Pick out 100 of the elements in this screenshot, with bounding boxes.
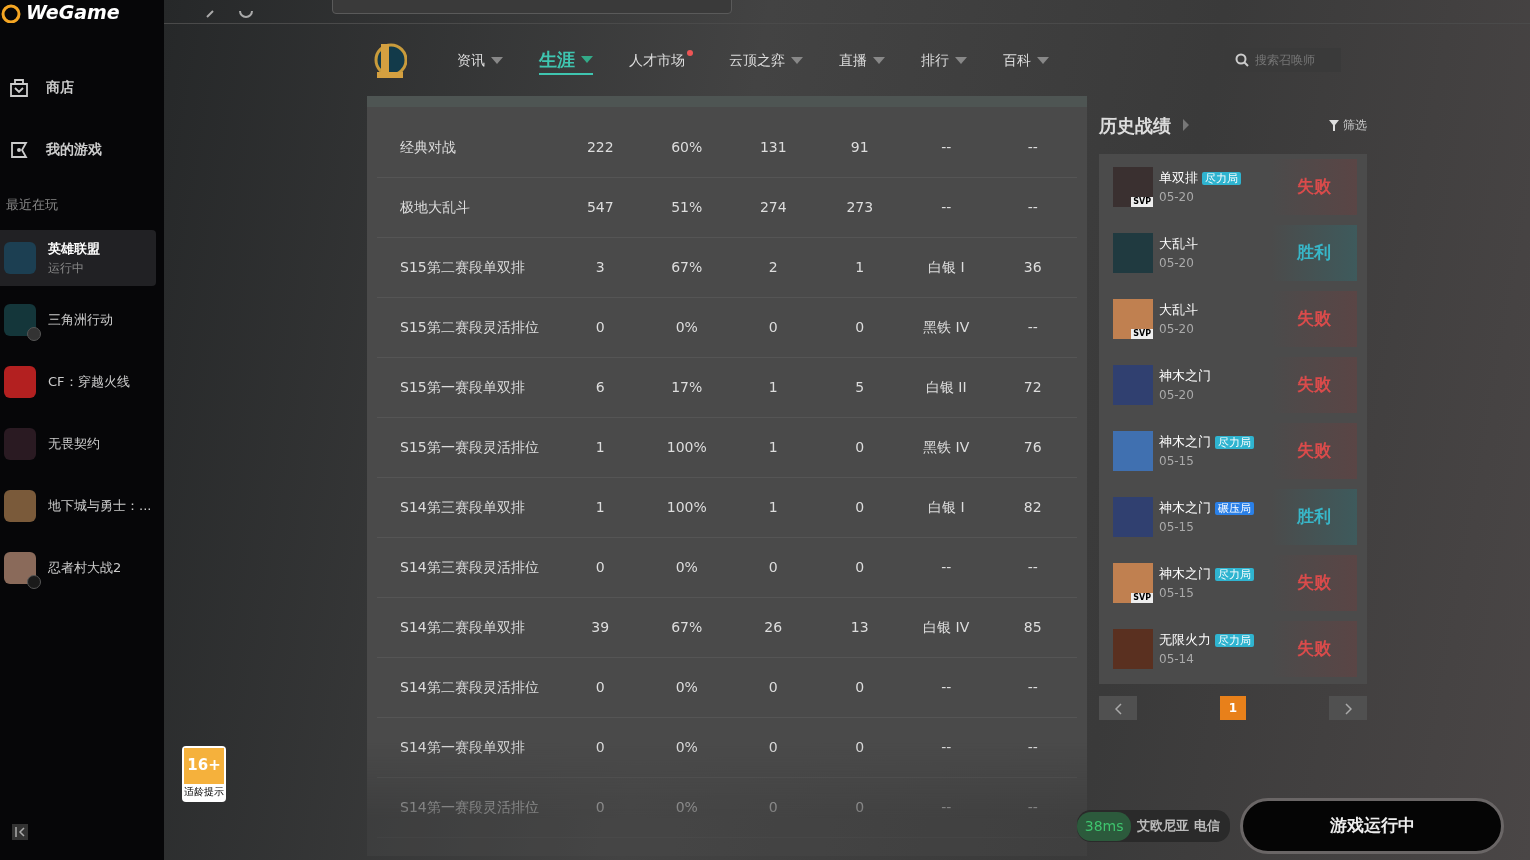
- table-cell-text: 0: [767, 678, 779, 697]
- table-cell-text: 91: [849, 138, 870, 157]
- table-cell-text: 274: [758, 198, 788, 217]
- caret-down-icon: [581, 55, 593, 63]
- logo-text: WeGame: [26, 0, 120, 25]
- funnel-icon: [1329, 120, 1340, 131]
- table-cell-text: S15第二赛段灵活排位: [399, 318, 540, 337]
- age-number: 16+: [184, 748, 224, 784]
- game-running-button[interactable]: 游戏运行中: [1240, 798, 1504, 854]
- caret-down-icon: [1037, 56, 1049, 64]
- nav-tab[interactable]: 人才市场: [629, 49, 693, 71]
- game-mode: 神木之门: [1159, 500, 1211, 516]
- table-cell-text: 100%: [665, 438, 708, 457]
- collapse-icon[interactable]: [12, 824, 28, 840]
- table-cell-text: 131: [758, 138, 788, 157]
- table-cell-text: 黑铁 IV: [922, 438, 971, 457]
- table-cell-text: S14第三赛段灵活排位: [399, 558, 540, 577]
- nav-tab[interactable]: 百科: [1003, 49, 1049, 71]
- match-date: 05-15: [1159, 452, 1195, 470]
- table-cell-text: 白银 I: [926, 258, 966, 277]
- match-date: 05-20: [1159, 386, 1195, 404]
- nav-tab[interactable]: 云顶之弈: [729, 49, 803, 71]
- game-item[interactable]: CF：穿越火线: [0, 354, 156, 410]
- table-cell-text: 0: [594, 558, 606, 577]
- next-page-button[interactable]: [1329, 696, 1367, 720]
- table-cell-text: S15第一赛段单双排: [399, 378, 526, 397]
- table-cell-text: S14第二赛段灵活排位: [399, 678, 540, 697]
- champion-portrait: [1113, 431, 1153, 471]
- table-cell-text: --: [1026, 798, 1039, 817]
- svp-label: SVP: [1131, 329, 1153, 339]
- table-cell-text: 0%: [674, 678, 699, 697]
- table-cell-text: 100%: [665, 498, 708, 517]
- match-date: 05-15: [1159, 584, 1195, 602]
- table-cell-text: 85: [1022, 618, 1043, 637]
- game-item[interactable]: 三角洲行动: [0, 292, 156, 348]
- bag-icon: [8, 76, 30, 98]
- table-cell-text: 82: [1022, 498, 1043, 517]
- table-cell-text: 0: [854, 678, 866, 697]
- table-cell-text: 17%: [670, 378, 704, 397]
- chevron-left-icon: [1114, 702, 1122, 715]
- ping-label: 38ms: [1076, 811, 1132, 841]
- nav-tab[interactable]: 生涯: [539, 45, 593, 75]
- game-mode: 无限火力: [1159, 632, 1211, 648]
- game-item[interactable]: 地下城与勇士：...: [0, 478, 156, 534]
- table-cell-text: --: [940, 738, 953, 757]
- table-cell-text: 黑铁 IV: [922, 318, 971, 337]
- caret-down-icon: [791, 56, 803, 64]
- nav-tab[interactable]: 排行: [921, 49, 967, 71]
- table-cell-text: 白银 IV: [922, 618, 971, 637]
- chevron-right-icon[interactable]: [1183, 119, 1189, 131]
- previous-page-button[interactable]: [1099, 696, 1137, 720]
- game-item[interactable]: 英雄联盟 运行中: [0, 230, 156, 286]
- table-cell-text: 白银 II: [924, 378, 968, 397]
- table-cell-text: 白银 I: [926, 498, 966, 517]
- match-date: 05-15: [1159, 518, 1195, 536]
- table-cell-text: 0: [767, 798, 779, 817]
- filter-button[interactable]: 筛选: [1329, 116, 1367, 134]
- table-cell-text: 0%: [674, 558, 699, 577]
- champion-portrait: [1113, 629, 1153, 669]
- table-cell-text: 0: [767, 738, 779, 757]
- table-cell-text: 0%: [674, 318, 699, 337]
- match-tag: 尽力局: [1215, 436, 1254, 450]
- section-title: 最近在玩: [5, 196, 59, 215]
- table-cell-text: 0: [767, 558, 779, 577]
- table-cell-text: 273: [845, 198, 875, 217]
- table-cell-text: 51%: [670, 198, 704, 217]
- table-cell-text: 39: [590, 618, 611, 637]
- server-name: 艾欧尼亚 电信: [1137, 817, 1220, 836]
- table-cell-text: --: [1026, 318, 1039, 337]
- champion-portrait: [1113, 365, 1153, 405]
- sidebar-nav-item[interactable]: 商店: [0, 56, 164, 118]
- table-cell-text: 67%: [670, 618, 704, 637]
- table-cell-text: 0: [854, 438, 866, 457]
- table-cell-text: 76: [1022, 438, 1043, 457]
- table-cell-text: 3: [594, 258, 606, 277]
- table-cell-text: S15第一赛段灵活排位: [399, 438, 540, 457]
- svp-label: SVP: [1131, 593, 1153, 603]
- nav-tab[interactable]: 资讯: [457, 49, 503, 71]
- table-cell-text: S14第一赛段灵活排位: [399, 798, 540, 817]
- table-cell-text: --: [940, 138, 953, 157]
- nav-tab[interactable]: 直播: [839, 49, 885, 71]
- table-cell-text: 0%: [674, 738, 699, 757]
- match-tag: 尽力局: [1215, 634, 1254, 648]
- table-cell-text: --: [940, 198, 953, 217]
- table-cell-text: 67%: [670, 258, 704, 277]
- match-date: 05-20: [1159, 320, 1195, 338]
- chevron-right-icon: [1344, 702, 1352, 715]
- table-cell-text: 0: [594, 738, 606, 757]
- game-item[interactable]: 无畏契约: [0, 416, 156, 472]
- table-cell-text: 6: [594, 378, 606, 397]
- table-cell-text: 0: [854, 318, 866, 337]
- age-caption: 适龄提示: [184, 785, 224, 799]
- table-cell-text: 1: [594, 498, 606, 517]
- game-item[interactable]: 忍者村大战2: [0, 540, 156, 596]
- match-tag: 碾压局: [1215, 502, 1254, 516]
- caret-down-icon: [955, 56, 967, 64]
- game-mode: 神木之门: [1159, 434, 1211, 450]
- sidebar-nav-item[interactable]: 我的游戏: [0, 118, 164, 180]
- match-tag: 尽力局: [1202, 172, 1241, 186]
- game-mode: 神木之门: [1159, 368, 1211, 384]
